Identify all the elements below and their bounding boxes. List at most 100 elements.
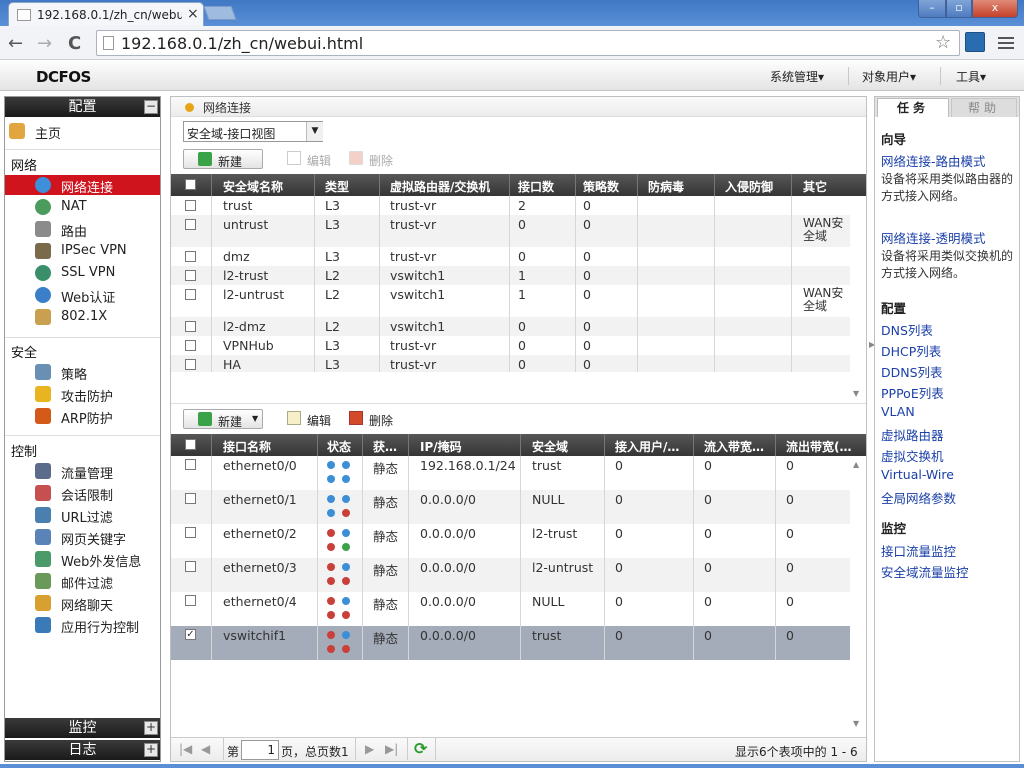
browser-tab[interactable]: 192.168.0.1/zh_cn/webui.html × xyxy=(8,2,204,26)
column-header[interactable]: 获… xyxy=(373,438,403,455)
column-header[interactable]: 策略数 xyxy=(583,178,619,195)
row-checkbox[interactable]: ✓ xyxy=(185,629,196,640)
interface-delete-button[interactable]: 删除 xyxy=(347,409,407,429)
column-header[interactable]: 流出带宽(… xyxy=(786,438,861,455)
row-checkbox[interactable] xyxy=(185,289,196,300)
zone-delete-button[interactable]: 删除 xyxy=(347,149,407,169)
nav-ssl-vpn[interactable]: SSL VPN xyxy=(5,263,160,283)
table-row[interactable]: ethernet0/4 静态 0.0.0.0/0 NULL 0 0 0 xyxy=(171,592,850,626)
page-number-input[interactable]: 1 xyxy=(241,740,279,760)
menu-objects-users[interactable]: 对象用户▾ xyxy=(862,68,916,85)
bookmark-star-icon[interactable]: ☆ xyxy=(935,32,951,53)
table-row[interactable]: dmz L3 trust-vr 0 0 xyxy=(171,247,850,266)
back-icon[interactable]: ← xyxy=(8,33,23,54)
first-page-icon[interactable]: |◀ xyxy=(179,742,192,756)
row-checkbox[interactable] xyxy=(185,340,196,351)
tab-tasks[interactable]: 任务 xyxy=(877,98,949,117)
expand-icon[interactable]: + xyxy=(144,743,158,757)
nav-mail-filter[interactable]: 邮件过滤 xyxy=(5,571,160,592)
scroll-down-icon[interactable]: ▼ xyxy=(853,719,859,728)
scroll-down-icon[interactable]: ▼ xyxy=(853,389,859,398)
row-checkbox[interactable] xyxy=(185,359,196,370)
forward-icon[interactable]: → xyxy=(37,33,52,54)
close-window-button[interactable]: x xyxy=(972,0,1018,18)
column-header[interactable]: 虚拟路由器/交换机 xyxy=(390,178,490,195)
nav-web-auth[interactable]: Web认证 xyxy=(5,285,160,306)
zone-new-button[interactable]: 新建 xyxy=(183,149,263,169)
column-header[interactable]: IP/掩码 xyxy=(420,438,462,455)
nav-8021x[interactable]: 802.1X xyxy=(5,307,160,327)
link-route-mode[interactable]: 网络连接-路由模式 xyxy=(881,151,986,170)
nav-web-keyword[interactable]: 网页关键字 xyxy=(5,527,160,548)
row-checkbox[interactable] xyxy=(185,595,196,606)
row-checkbox[interactable] xyxy=(185,251,196,262)
view-select[interactable]: 安全域-接口视图 ▼ xyxy=(183,121,323,142)
nav-app-behavior[interactable]: 应用行为控制 xyxy=(5,615,160,636)
config-link[interactable]: PPPoE列表 xyxy=(881,383,944,402)
reload-icon[interactable]: C xyxy=(68,33,81,54)
config-link[interactable]: Virtual-Wire xyxy=(881,467,954,482)
table-row[interactable]: VPNHub L3 trust-vr 0 0 xyxy=(171,336,850,355)
table-row[interactable]: HA L3 trust-vr 0 0 xyxy=(171,355,850,372)
nav-ipsec-vpn[interactable]: IPSec VPN xyxy=(5,241,160,261)
scroll-up-icon[interactable]: ▲ xyxy=(853,460,859,469)
select-all-checkbox[interactable] xyxy=(185,439,196,450)
row-checkbox[interactable] xyxy=(185,321,196,332)
nav-policy[interactable]: 策略 xyxy=(5,362,160,383)
table-row[interactable]: ethernet0/3 静态 0.0.0.0/0 l2-untrust 0 0 0 xyxy=(171,558,850,592)
column-header[interactable]: 状态 xyxy=(327,438,351,455)
nav-arp-defense[interactable]: ARP防护 xyxy=(5,406,160,427)
table-row[interactable]: untrust L3 trust-vr 0 0 WAN安全域 xyxy=(171,215,850,247)
table-row[interactable]: trust L3 trust-vr 2 0 xyxy=(171,196,850,215)
new-tab-button[interactable] xyxy=(203,6,237,20)
row-checkbox[interactable] xyxy=(185,527,196,538)
collapse-icon[interactable]: − xyxy=(144,100,158,114)
nav-attack-defense[interactable]: 攻击防护 xyxy=(5,384,160,405)
next-page-icon[interactable]: ▶ xyxy=(365,742,374,756)
row-checkbox[interactable] xyxy=(185,200,196,211)
maximize-button[interactable]: ▫ xyxy=(946,0,972,18)
nav-network-connection[interactable]: 网络连接 xyxy=(5,175,160,196)
row-checkbox[interactable] xyxy=(185,561,196,572)
column-header[interactable]: 安全域 xyxy=(532,438,568,455)
browser-menu-icon[interactable] xyxy=(998,34,1014,50)
monitor-panel-header[interactable]: 监控 + xyxy=(5,718,160,738)
expand-icon[interactable]: + xyxy=(144,721,158,735)
tab-help[interactable]: 帮助 xyxy=(951,98,1017,117)
table-row[interactable]: ✓ vswitchif1 静态 0.0.0.0/0 trust 0 0 0 xyxy=(171,626,850,660)
column-header[interactable]: 安全域名称 xyxy=(223,178,283,195)
menu-tools[interactable]: 工具▾ xyxy=(956,68,986,85)
config-link[interactable]: 虚拟交换机 xyxy=(881,446,944,465)
nav-home[interactable]: 主页 xyxy=(5,121,160,142)
nav-nat[interactable]: NAT xyxy=(5,197,160,217)
extension-icon[interactable] xyxy=(965,32,985,52)
address-bar[interactable]: 192.168.0.1/zh_cn/webui.html ☆ xyxy=(96,30,960,56)
table-row[interactable]: l2-dmz L2 vswitch1 0 0 xyxy=(171,317,850,336)
nav-web-outbound[interactable]: Web外发信息 xyxy=(5,549,160,570)
row-checkbox[interactable] xyxy=(185,493,196,504)
column-header[interactable]: 流入带宽… xyxy=(704,438,772,455)
minimize-button[interactable]: – xyxy=(918,0,946,18)
row-checkbox[interactable] xyxy=(185,459,196,470)
config-link[interactable]: 虚拟路由器 xyxy=(881,425,944,444)
interface-edit-button[interactable]: 编辑 xyxy=(285,409,345,429)
nav-traffic-management[interactable]: 流量管理 xyxy=(5,461,160,482)
table-row[interactable]: l2-trust L2 vswitch1 1 0 xyxy=(171,266,850,285)
link-transparent-mode[interactable]: 网络连接-透明模式 xyxy=(881,228,986,247)
url-text[interactable]: 192.168.0.1/zh_cn/webui.html xyxy=(121,34,363,53)
chevron-down-icon[interactable]: ▼ xyxy=(252,414,258,423)
zone-edit-button[interactable]: 编辑 xyxy=(285,149,345,169)
monitor-link[interactable]: 安全域流量监控 xyxy=(881,562,969,581)
column-header[interactable]: 接口名称 xyxy=(223,438,271,455)
config-link[interactable]: DHCP列表 xyxy=(881,341,941,360)
chevron-down-icon[interactable]: ▼ xyxy=(306,122,323,141)
table-row[interactable]: ethernet0/1 静态 0.0.0.0/0 NULL 0 0 0 xyxy=(171,490,850,524)
config-link[interactable]: 全局网络参数 xyxy=(881,488,956,507)
table-row[interactable]: l2-untrust L2 vswitch1 1 0 WAN安全域 xyxy=(171,285,850,317)
last-page-icon[interactable]: ▶| xyxy=(385,742,398,756)
column-header[interactable]: 接口数 xyxy=(518,178,554,195)
close-tab-icon[interactable]: × xyxy=(187,6,199,22)
config-link[interactable]: DDNS列表 xyxy=(881,362,943,381)
column-header[interactable]: 类型 xyxy=(325,178,349,195)
nav-url-filter[interactable]: URL过滤 xyxy=(5,505,160,526)
